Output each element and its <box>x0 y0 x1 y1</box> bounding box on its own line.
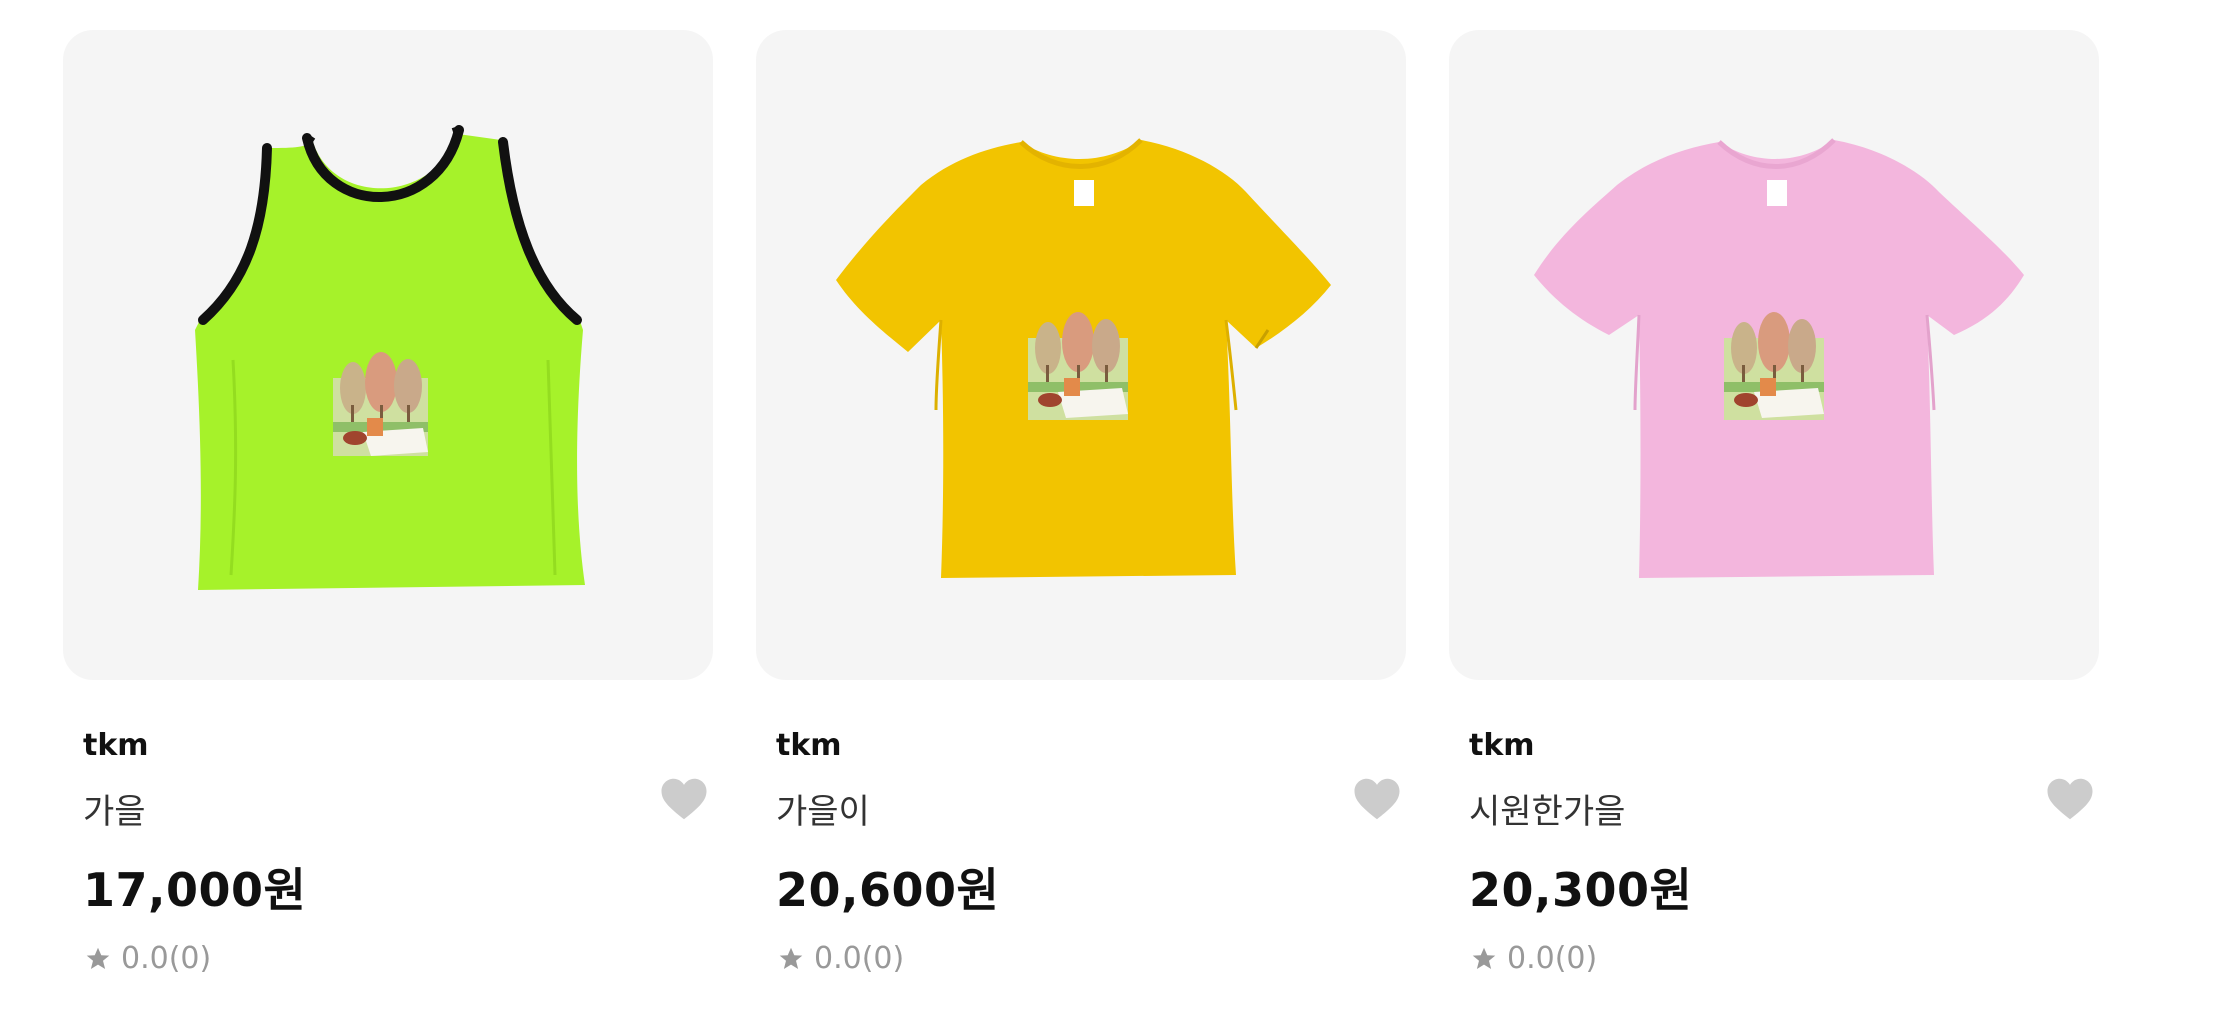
product-rating: 0.0(0) <box>776 942 1386 976</box>
product-rating: 0.0(0) <box>1469 942 2079 976</box>
product-price: 17,000원 <box>83 863 307 917</box>
wishlist-button[interactable] <box>1350 772 1404 826</box>
rating-value: 0.0(0) <box>1507 941 1598 976</box>
t-shirt-illustration <box>1534 138 2024 578</box>
product-rating: 0.0(0) <box>83 942 693 976</box>
seller-name[interactable]: tkm <box>1469 728 2079 764</box>
product-card[interactable]: tkm 시원한가을 20,300원 0.0(0) <box>1449 30 2099 976</box>
product-image-tank-top[interactable] <box>63 30 713 680</box>
heart-icon <box>661 778 707 820</box>
seller-name[interactable]: tkm <box>776 728 1386 764</box>
tank-top-illustration <box>195 125 585 590</box>
product-price: 20,300원 <box>1469 863 1693 917</box>
product-card[interactable]: tkm 가을이 20,600원 0.0(0) <box>756 30 1406 976</box>
rating-value: 0.0(0) <box>814 941 905 976</box>
t-shirt-illustration <box>836 138 1331 578</box>
product-title[interactable]: 시원한가을 <box>1469 792 2079 832</box>
rating-value: 0.0(0) <box>121 941 212 976</box>
product-title[interactable]: 가을 <box>83 792 693 832</box>
product-image-t-shirt[interactable] <box>1449 30 2099 680</box>
star-icon <box>1472 947 1496 969</box>
wishlist-button[interactable] <box>2043 772 2097 826</box>
product-image-t-shirt[interactable] <box>756 30 1406 680</box>
star-icon <box>779 947 803 969</box>
product-grid: tkm 가을 17,000원 0.0(0) tkm 가을이 20,600원 0.… <box>63 30 2099 976</box>
heart-icon <box>2047 778 2093 820</box>
product-title[interactable]: 가을이 <box>776 792 1386 832</box>
product-price: 20,600원 <box>776 863 1000 917</box>
product-card[interactable]: tkm 가을 17,000원 0.0(0) <box>63 30 713 976</box>
seller-name[interactable]: tkm <box>83 728 693 764</box>
star-icon <box>86 947 110 969</box>
heart-icon <box>1354 778 1400 820</box>
wishlist-button[interactable] <box>657 772 711 826</box>
